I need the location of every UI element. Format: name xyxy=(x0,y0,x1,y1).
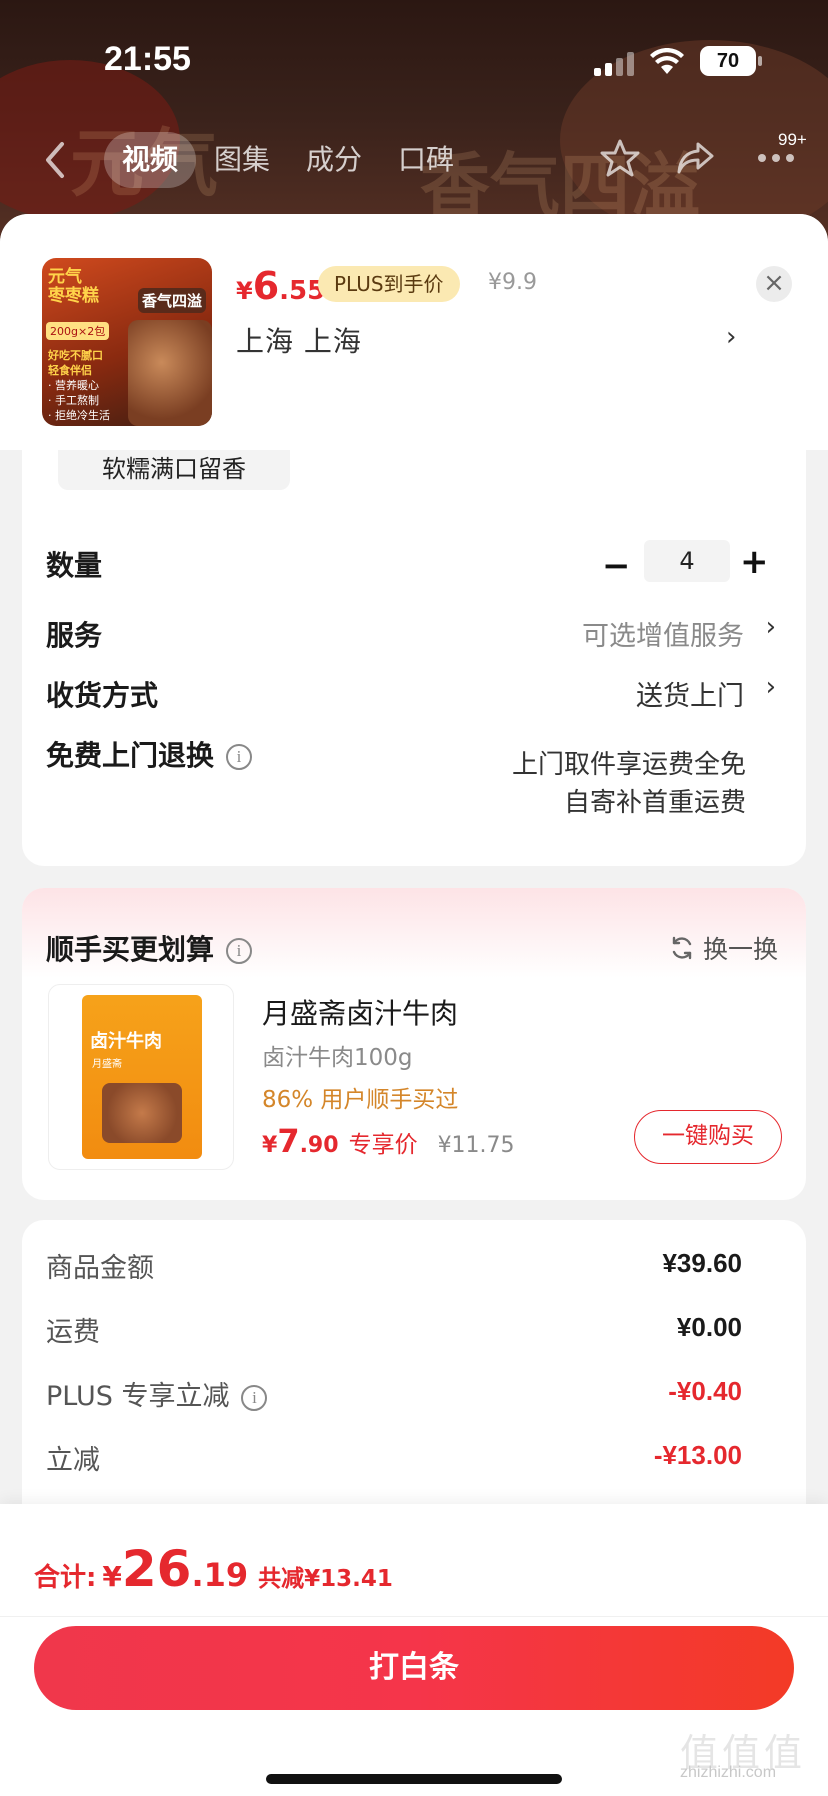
summary-value-instant-discount: -¥13.00 xyxy=(653,1440,742,1470)
checkout-bar: 合计: ¥ 26 .19 共减¥13.41 打白条 值值值 zhizhizhi.… xyxy=(0,1504,828,1796)
chevron-right-icon[interactable]: › xyxy=(726,322,736,352)
product-price: ¥ 6 .55 xyxy=(236,264,325,308)
delivery-method-label: 收货方式 xyxy=(46,679,159,712)
summary-label-plus-discount: PLUS 专享立减 i xyxy=(46,1374,268,1413)
total-savings: 共减¥13.41 xyxy=(258,1566,393,1592)
cellular-signal-icon xyxy=(594,52,634,76)
one-click-buy-button[interactable]: 一键购买 xyxy=(634,1110,782,1164)
total-integer: 26 xyxy=(121,1540,192,1598)
summary-label-goods: 商品金额 xyxy=(46,1253,154,1284)
price-summary-card: 商品金额 ¥39.60 运费 ¥0.00 PLUS 专享立减 i -¥0.40 立… xyxy=(22,1220,806,1530)
watermark-text: zhizhizhi.com xyxy=(680,1764,777,1781)
price-integer: 6 xyxy=(252,264,280,308)
pay-with-baitiao-button[interactable]: 打白条 xyxy=(34,1626,794,1710)
chevron-right-icon[interactable]: › xyxy=(766,612,776,642)
thumbnail-bullet: 轻食伴侣 xyxy=(48,364,92,377)
package-brand: 月盛斋 xyxy=(92,1059,122,1070)
bundle-price-currency: ¥ xyxy=(262,1133,278,1158)
summary-label-instant-discount: 立减 xyxy=(46,1445,100,1476)
bundle-title-text: 顺手买更划算 xyxy=(46,933,215,966)
summary-value-shipping: ¥0.00 xyxy=(676,1312,742,1342)
more-options-icon[interactable] xyxy=(756,150,796,166)
thumbnail-weight-chip: 200g×2包 xyxy=(46,322,110,340)
flavor-option-chip[interactable]: 软糯满口留香 xyxy=(58,450,290,490)
free-return-label: 免费上门退换 i xyxy=(46,734,253,774)
package-title: 卤汁牛肉 xyxy=(90,1031,162,1052)
order-options-card: 软糯满口留香 数量 − 4 + 服务 可选增值服务 › 收货方式 送货上门 › … xyxy=(22,450,806,866)
thumbnail-brand-text: 元气 枣枣糕 xyxy=(48,267,99,306)
summary-label-plus-discount-text: PLUS 专享立减 xyxy=(46,1381,230,1412)
package-meat-graphic xyxy=(102,1083,182,1143)
thumbnail-bullet: · 手工熬制 xyxy=(48,394,99,407)
info-icon[interactable]: i xyxy=(226,938,253,964)
service-label: 服务 xyxy=(46,619,103,652)
bundle-title: 顺手买更划算 i xyxy=(46,928,253,968)
status-time: 21:55 xyxy=(104,40,191,78)
bundle-original-price: ¥11.75 xyxy=(437,1133,515,1158)
bundle-bought-stat: 86% 用户顺手买过 xyxy=(262,1087,459,1113)
share-icon[interactable] xyxy=(676,138,716,178)
info-icon[interactable]: i xyxy=(241,1384,268,1411)
notification-badge: 99+ xyxy=(778,130,807,149)
quantity-label: 数量 xyxy=(46,549,103,582)
thumbnail-tag: 香气四溢 xyxy=(138,288,207,313)
original-price: ¥9.9 xyxy=(488,270,537,295)
thumbnail-bullet: · 营养暖心 xyxy=(48,379,99,392)
order-total: 合计: ¥ 26 .19 共减¥13.41 xyxy=(34,1540,393,1598)
quantity-input[interactable]: 4 xyxy=(644,540,730,582)
swap-label: 换一换 xyxy=(702,935,778,964)
home-indicator[interactable] xyxy=(266,1774,562,1784)
quantity-decrease-button[interactable]: − xyxy=(602,546,631,586)
battery-icon: 70 xyxy=(700,46,756,76)
bundle-product-image[interactable]: 卤汁牛肉 月盛斋 xyxy=(48,984,234,1170)
tab-gallery[interactable]: 图集 xyxy=(196,132,288,188)
thumbnail-bullet: 好吃不腻口 xyxy=(48,349,103,362)
total-currency: ¥ xyxy=(102,1560,122,1593)
tab-ingredients[interactable]: 成分 xyxy=(288,132,380,188)
battery-tip xyxy=(758,56,762,66)
beef-package-image: 卤汁牛肉 月盛斋 xyxy=(82,995,202,1159)
product-media-tabs: 视频 图集 成分 口碑 xyxy=(104,132,472,188)
thumbnail-bullets: 好吃不腻口 轻食伴侣 · 营养暖心 · 手工熬制 · 拒绝冷生活 xyxy=(48,348,110,423)
swap-button[interactable]: 换一换 xyxy=(669,930,778,966)
tab-video[interactable]: 视频 xyxy=(104,132,196,188)
price-currency: ¥ xyxy=(236,277,253,305)
close-button[interactable]: × xyxy=(756,266,792,302)
favorite-star-icon[interactable] xyxy=(600,138,640,178)
bundle-price-integer: 7 xyxy=(277,1122,300,1160)
bundle-recommendation-card: 顺手买更划算 i 换一换 卤汁牛肉 月盛斋 月盛斋卤汁牛肉 卤汁牛肉100g 86… xyxy=(22,888,806,1200)
tab-reviews[interactable]: 口碑 xyxy=(380,132,472,188)
bundle-price: ¥ 7 .90 专享价 ¥11.75 xyxy=(262,1122,515,1160)
summary-label-shipping: 运费 xyxy=(46,1317,100,1348)
back-arrow-icon[interactable] xyxy=(40,140,70,180)
total-label: 合计: xyxy=(34,1563,97,1593)
info-icon[interactable]: i xyxy=(226,744,253,770)
free-return-line: 自寄补首重运费 xyxy=(563,788,746,818)
service-value[interactable]: 可选增值服务 xyxy=(582,614,744,653)
bundle-product-spec: 卤汁牛肉100g xyxy=(262,1045,413,1071)
plus-price-badge: PLUS到手价 xyxy=(318,266,460,302)
summary-value-goods: ¥39.60 xyxy=(662,1248,742,1278)
bundle-price-tag: 专享价 xyxy=(348,1132,418,1158)
chevron-right-icon[interactable]: › xyxy=(766,672,776,702)
thumbnail-bullet: · 拒绝冷生活 xyxy=(48,409,110,422)
free-return-label-text: 免费上门退换 xyxy=(46,739,215,772)
divider xyxy=(0,1616,828,1617)
product-header: 元气 枣枣糕 香气四溢 200g×2包 好吃不腻口 轻食伴侣 · 营养暖心 · … xyxy=(0,214,828,450)
wifi-icon xyxy=(650,48,684,74)
refresh-icon xyxy=(672,936,692,960)
quantity-increase-button[interactable]: + xyxy=(740,542,769,582)
free-return-line: 上门取件享运费全免 xyxy=(511,750,746,780)
summary-value-plus-discount: -¥0.40 xyxy=(668,1376,742,1406)
delivery-method-value[interactable]: 送货上门 xyxy=(636,674,744,713)
thumbnail-food-image xyxy=(128,320,212,426)
delivery-address[interactable]: 上海 上海 xyxy=(236,320,362,360)
bundle-price-decimal: .90 xyxy=(299,1133,339,1158)
free-return-description: 上门取件享运费全免 自寄补首重运费 xyxy=(512,746,746,822)
total-decimal: .19 xyxy=(191,1556,249,1594)
bundle-product-name[interactable]: 月盛斋卤汁牛肉 xyxy=(262,992,458,1032)
product-thumbnail: 元气 枣枣糕 香气四溢 200g×2包 好吃不腻口 轻食伴侣 · 营养暖心 · … xyxy=(42,258,212,426)
